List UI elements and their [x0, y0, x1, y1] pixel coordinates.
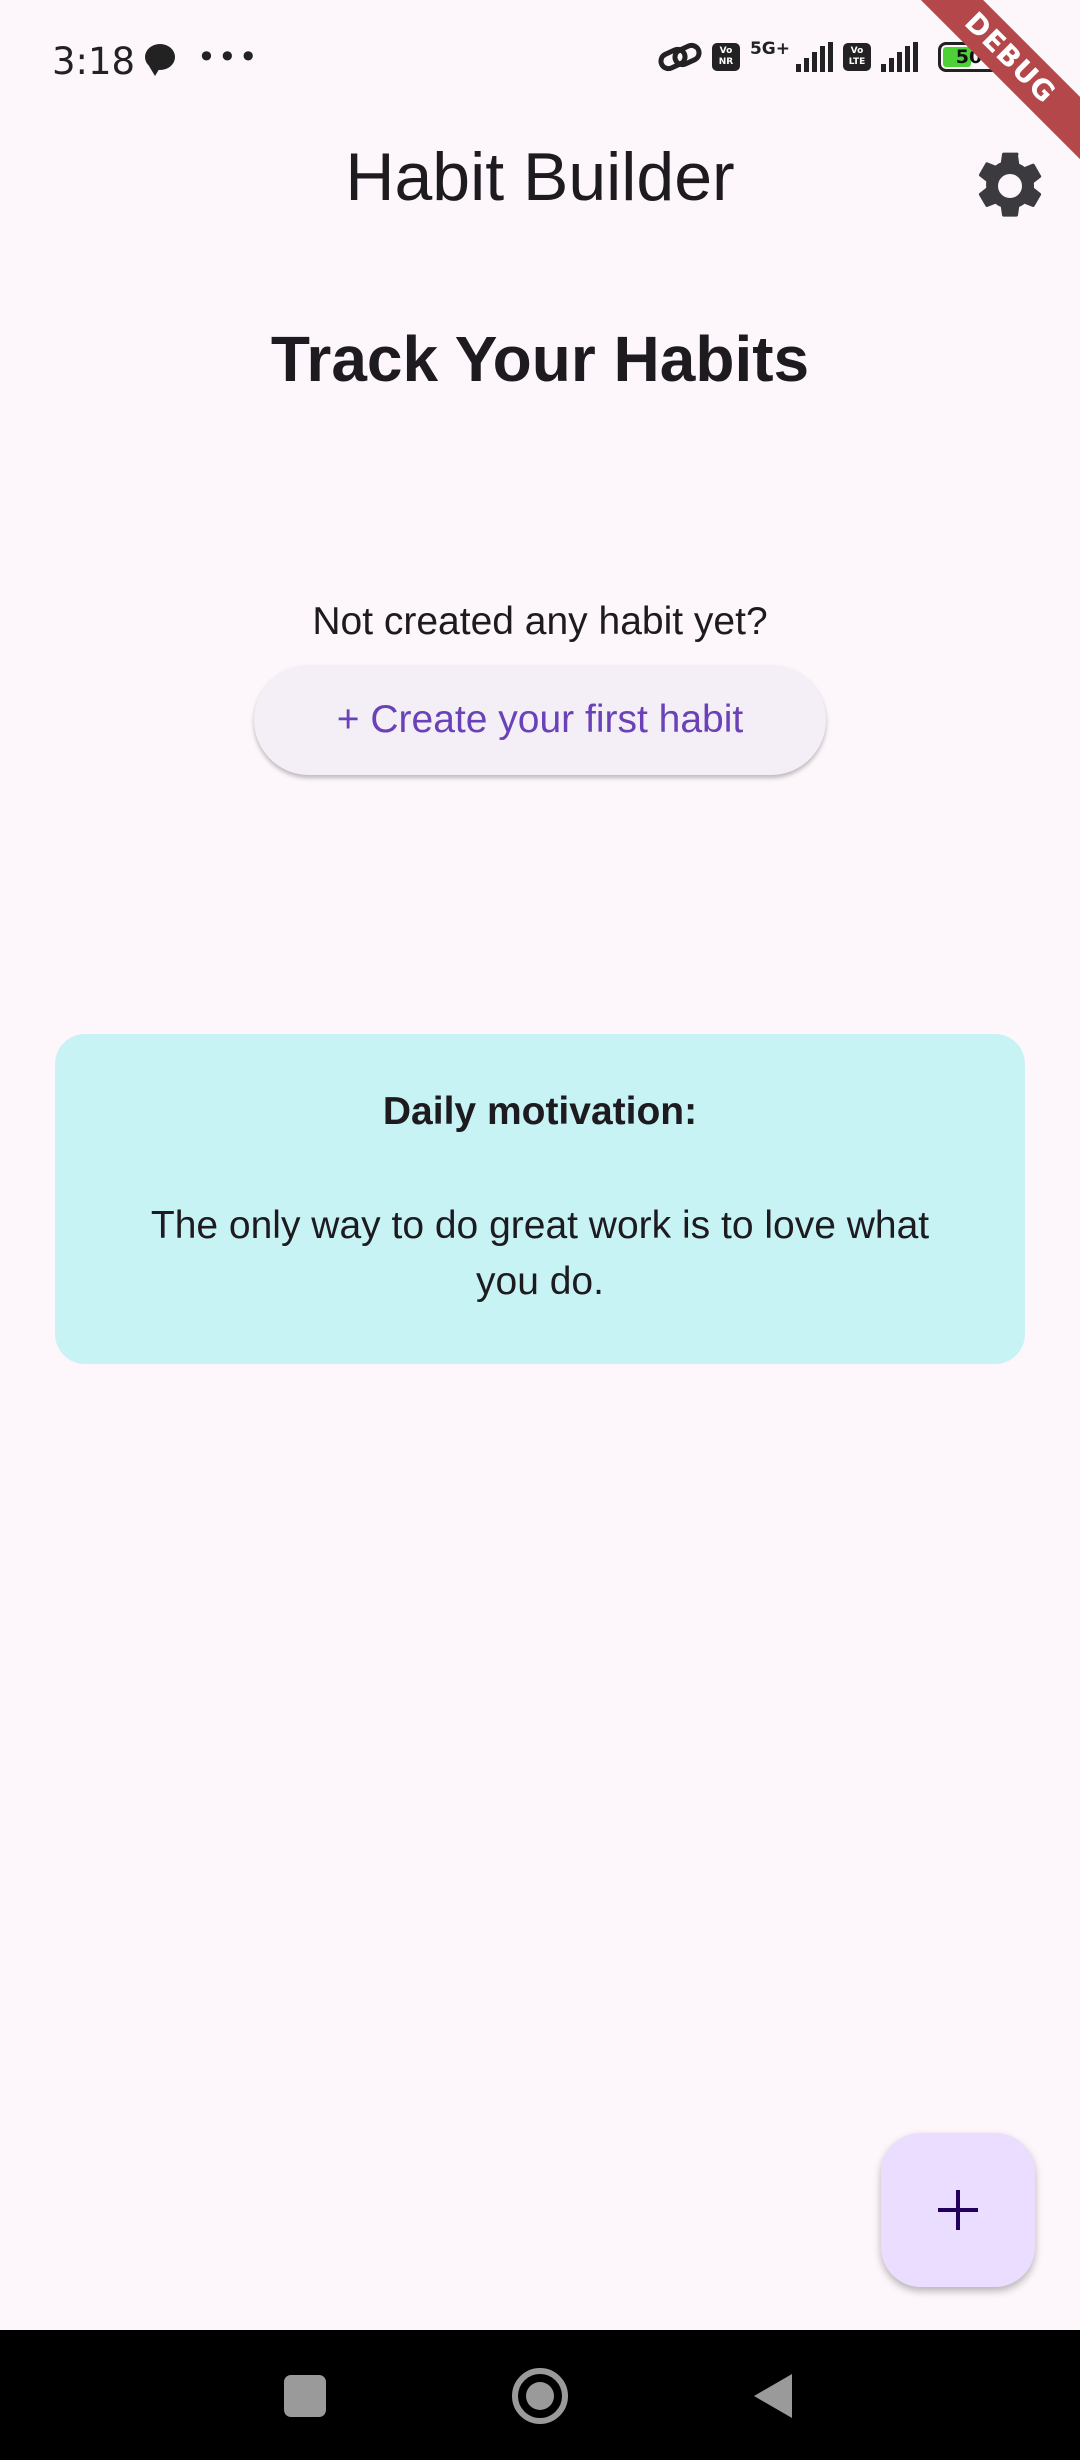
volte-lte-icon: Vo LTE: [843, 43, 871, 71]
app-title: Habit Builder: [345, 139, 735, 215]
settings-button[interactable]: [962, 138, 1058, 234]
back-icon[interactable]: [754, 2374, 792, 2418]
status-left-icons: •••: [145, 38, 260, 76]
gear-icon: [978, 152, 1042, 217]
plus-icon: [938, 2190, 978, 2230]
page-heading: Track Your Habits: [270, 323, 810, 395]
status-bar: 3:18 ••• Vo NR 5G+ Vo LTE 50: [0, 0, 1080, 130]
more-dots-icon: •••: [197, 38, 260, 76]
create-first-habit-button[interactable]: + Create your first habit: [254, 665, 826, 775]
system-nav-bar: [0, 2330, 1080, 2460]
home-icon[interactable]: [512, 2368, 568, 2424]
recents-icon[interactable]: [284, 2375, 326, 2417]
status-right-icons: Vo NR 5G+ Vo LTE 50: [655, 39, 1005, 75]
motivation-card: Daily motivation: The only way to do gre…: [55, 1034, 1025, 1364]
volte-icon: Vo NR: [711, 43, 740, 71]
empty-state-text: Not created any habit yet?: [312, 600, 768, 643]
link-icon: [655, 39, 705, 75]
motivation-title: Daily motivation:: [382, 1090, 698, 1133]
network-type-label: 5G+: [749, 39, 790, 59]
signal-icon-2: [881, 42, 918, 72]
signal-icon: [796, 42, 833, 72]
chat-bubble-icon: [145, 44, 175, 76]
motivation-quote: The only way to do great work is to love…: [150, 1204, 930, 1303]
add-habit-fab[interactable]: [881, 2133, 1035, 2287]
status-time: 3:18: [52, 40, 136, 83]
